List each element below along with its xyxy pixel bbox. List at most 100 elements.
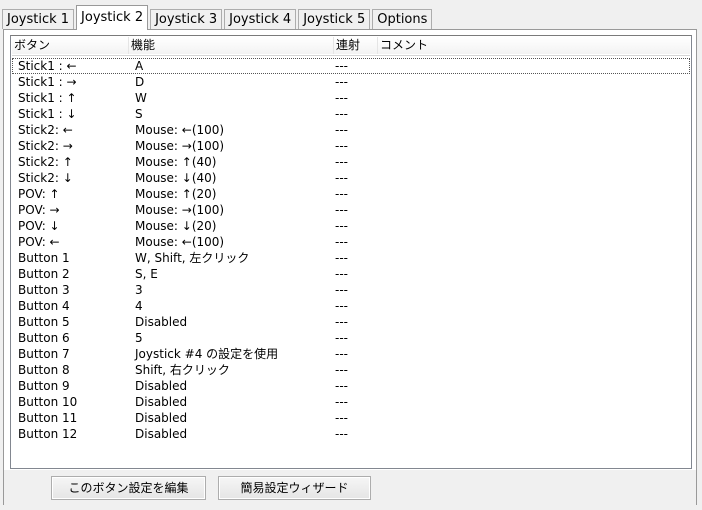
table-row[interactable]: Stick2: ↑ Mouse: ↑(40) --- xyxy=(12,154,690,170)
row-comment-cell xyxy=(375,282,690,298)
tab-joystick-3[interactable]: Joystick 3 xyxy=(150,9,223,29)
row-button-cell: Button 6 xyxy=(18,331,70,345)
row-function-cell: D xyxy=(135,75,145,89)
row-comment-cell xyxy=(375,426,690,442)
table-row[interactable]: POV: ← Mouse: ←(100) --- xyxy=(12,234,690,250)
row-function-cell: Shift, 右クリック xyxy=(135,363,230,377)
row-comment-cell xyxy=(375,170,690,186)
row-comment-cell xyxy=(375,410,690,426)
row-button-cell: POV: ↑ xyxy=(18,187,60,201)
table-row[interactable]: Button 10 Disabled --- xyxy=(12,394,690,410)
row-function-cell: Disabled xyxy=(135,379,188,393)
tab-options[interactable]: Options xyxy=(372,9,433,29)
row-function-cell: Mouse: →(100) xyxy=(135,139,225,153)
row-rapid-cell: --- xyxy=(335,283,348,297)
row-function-cell: S, E xyxy=(135,267,158,281)
easy-setup-wizard-button[interactable]: 簡易設定ウィザード xyxy=(218,476,371,500)
row-function-cell: 3 xyxy=(135,283,143,297)
row-button-cell: Button 3 xyxy=(18,283,70,297)
row-rapid-cell: --- xyxy=(335,203,348,217)
button-bar: このボタン設定を編集 簡易設定ウィザード xyxy=(4,470,696,505)
table-row[interactable]: Stick1 : ← A --- xyxy=(12,58,690,74)
row-rapid-cell: --- xyxy=(335,171,348,185)
row-rapid-cell: --- xyxy=(335,347,348,361)
row-button-cell: Stick2: ↓ xyxy=(18,171,73,185)
table-row[interactable]: Stick2: ← Mouse: ←(100) --- xyxy=(12,122,690,138)
table-row[interactable]: Stick2: ↓ Mouse: ↓(40) --- xyxy=(12,170,690,186)
table-row[interactable]: POV: → Mouse: →(100) --- xyxy=(12,202,690,218)
table-row[interactable]: Stick1 : ↓ S --- xyxy=(12,106,690,122)
tab-joystick-1[interactable]: Joystick 1 xyxy=(2,9,75,29)
row-comment-cell xyxy=(375,90,690,106)
tab-panel: ボタン 機能 連射 コメント Stick1 : ← A --- Stick1 : → D… xyxy=(3,29,697,505)
row-button-cell: Button 11 xyxy=(18,411,78,425)
table-row[interactable]: Button 1 W, Shift, 左クリック --- xyxy=(12,250,690,266)
table-row[interactable]: Stick2: → Mouse: →(100) --- xyxy=(12,138,690,154)
row-comment-cell xyxy=(375,266,690,282)
tab-joystick-2[interactable]: Joystick 2 xyxy=(76,5,149,30)
row-function-cell: Disabled xyxy=(135,315,188,329)
table-row[interactable]: Button 6 5 --- xyxy=(12,330,690,346)
row-button-cell: Stick2: → xyxy=(18,139,73,153)
tab-joystick-4[interactable]: Joystick 4 xyxy=(224,9,297,29)
table-row[interactable]: Button 12 Disabled --- xyxy=(12,426,690,442)
button-list[interactable]: ボタン 機能 連射 コメント Stick1 : ← A --- Stick1 : → D… xyxy=(10,35,692,469)
edit-button-settings-button[interactable]: このボタン設定を編集 xyxy=(51,476,206,500)
table-row[interactable]: Button 9 Disabled --- xyxy=(12,378,690,394)
row-rapid-cell: --- xyxy=(335,379,348,393)
column-header-function[interactable]: 機能 xyxy=(129,37,334,54)
row-button-cell: Button 5 xyxy=(18,315,70,329)
row-button-cell: Button 2 xyxy=(18,267,70,281)
column-header-rapid[interactable]: 連射 xyxy=(334,37,378,54)
row-rapid-cell: --- xyxy=(335,187,348,201)
row-comment-cell xyxy=(375,330,690,346)
row-function-cell: Mouse: ↑(20) xyxy=(135,187,217,201)
row-comment-cell xyxy=(375,218,690,234)
row-function-cell: Disabled xyxy=(135,427,188,441)
row-rapid-cell: --- xyxy=(335,331,348,345)
row-function-cell: Mouse: ←(100) xyxy=(135,235,225,249)
table-row[interactable]: Button 5 Disabled --- xyxy=(12,314,690,330)
table-row[interactable]: Button 11 Disabled --- xyxy=(12,410,690,426)
row-comment-cell xyxy=(375,314,690,330)
row-function-cell: Mouse: ↓(40) xyxy=(135,171,217,185)
tab-joystick-5[interactable]: Joystick 5 xyxy=(298,9,371,29)
row-rapid-cell: --- xyxy=(335,363,348,377)
row-function-cell: Mouse: →(100) xyxy=(135,203,225,217)
row-button-cell: POV: ← xyxy=(18,235,60,249)
row-rapid-cell: --- xyxy=(335,139,348,153)
table-row[interactable]: Stick1 : → D --- xyxy=(12,74,690,90)
row-comment-cell xyxy=(375,122,690,138)
table-row[interactable]: Button 3 3 --- xyxy=(12,282,690,298)
row-button-cell: POV: ↓ xyxy=(18,219,60,233)
row-rapid-cell: --- xyxy=(335,91,348,105)
column-header-comment[interactable]: コメント xyxy=(378,37,690,54)
table-row[interactable]: Button 2 S, E --- xyxy=(12,266,690,282)
table-row[interactable]: Button 8 Shift, 右クリック --- xyxy=(12,362,690,378)
table-row[interactable]: POV: ↑ Mouse: ↑(20) --- xyxy=(12,186,690,202)
row-function-cell: Joystick #4 の設定を使用 xyxy=(135,347,279,361)
list-rows: Stick1 : ← A --- Stick1 : → D --- Stick1 : ↑ W -… xyxy=(12,58,690,442)
row-function-cell: Disabled xyxy=(135,395,188,409)
row-rapid-cell: --- xyxy=(335,59,348,73)
row-rapid-cell: --- xyxy=(335,395,348,409)
table-row[interactable]: Button 7 Joystick #4 の設定を使用 --- xyxy=(12,346,690,362)
row-button-cell: Stick2: ↑ xyxy=(18,155,73,169)
table-row[interactable]: POV: ↓ Mouse: ↓(20) --- xyxy=(12,218,690,234)
row-button-cell: Stick2: ← xyxy=(18,123,73,137)
row-rapid-cell: --- xyxy=(335,299,348,313)
row-button-cell: Button 4 xyxy=(18,299,70,313)
row-button-cell: Button 10 xyxy=(18,395,78,409)
column-header-button[interactable]: ボタン xyxy=(12,37,129,54)
tab-bar: Joystick 1 Joystick 2 Joystick 3 Joystick 4… xyxy=(2,4,434,30)
table-row[interactable]: Button 4 4 --- xyxy=(12,298,690,314)
table-row[interactable]: Stick1 : ↑ W --- xyxy=(12,90,690,106)
row-comment-cell xyxy=(375,250,690,266)
row-rapid-cell: --- xyxy=(335,107,348,121)
row-button-cell: Button 12 xyxy=(18,427,78,441)
row-function-cell: 4 xyxy=(135,299,143,313)
row-rapid-cell: --- xyxy=(335,235,348,249)
row-function-cell: A xyxy=(135,59,144,73)
row-function-cell: Mouse: ↑(40) xyxy=(135,155,217,169)
row-rapid-cell: --- xyxy=(335,155,348,169)
